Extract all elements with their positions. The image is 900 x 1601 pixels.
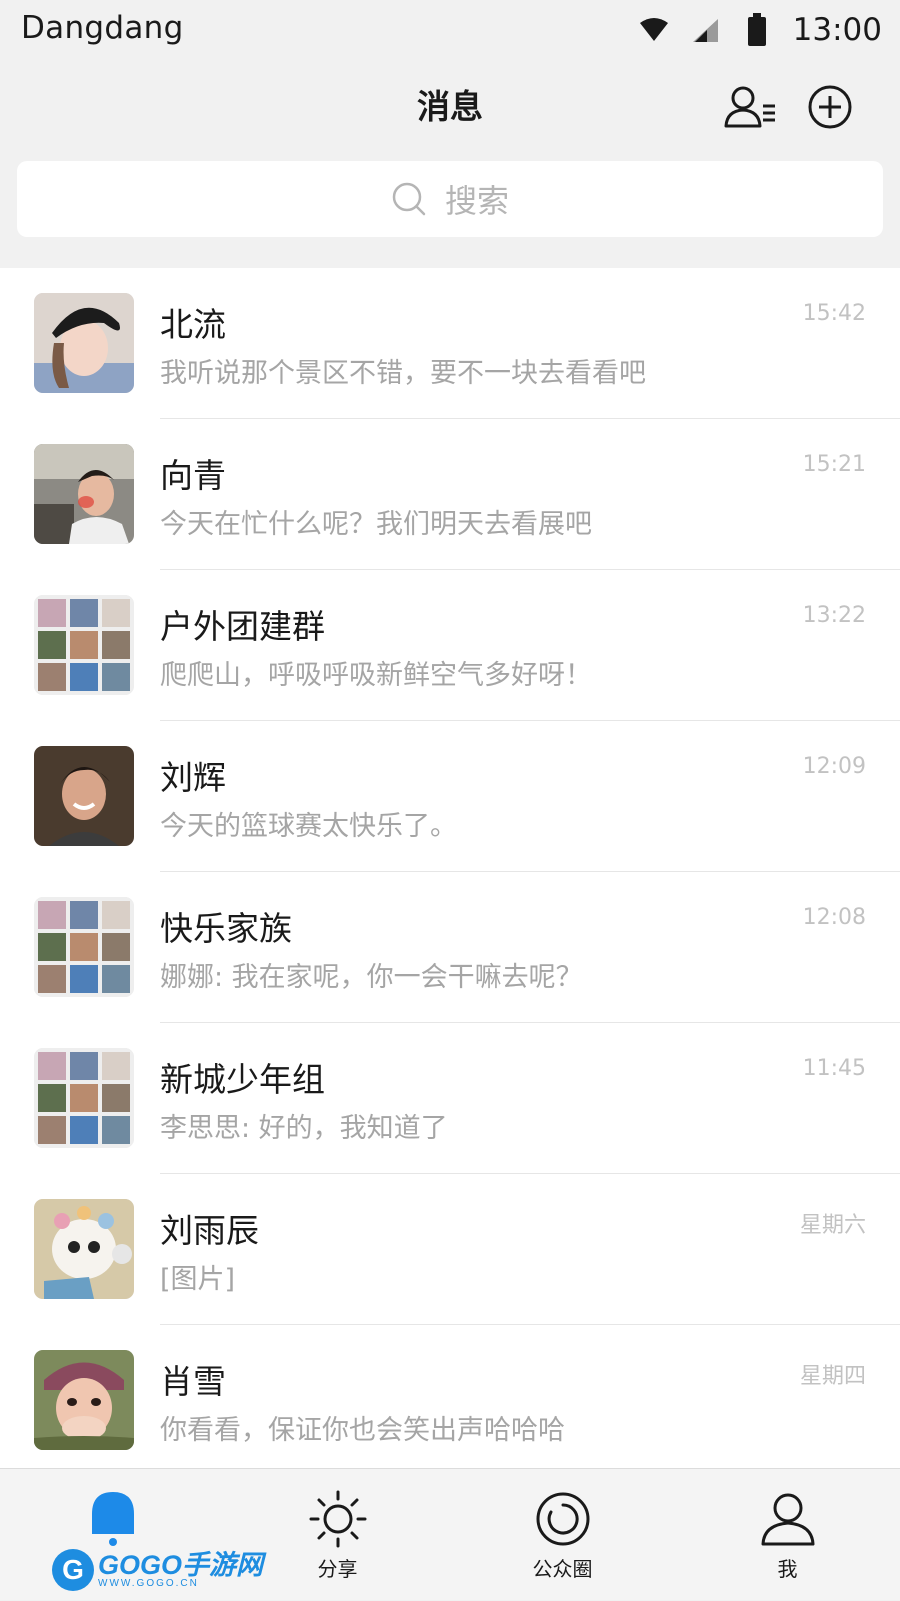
avatar-group-grid <box>34 897 134 997</box>
message-preview: 今天在忙什么呢？我们明天去看展吧 <box>160 509 592 540</box>
circle-ring-icon <box>533 1489 593 1549</box>
chat-bubble-icon <box>83 1489 143 1549</box>
message-time: 星期四 <box>799 1364 866 1389</box>
conversation-item[interactable]: 刘辉 今天的篮球赛太快乐了。 12:09 <box>0 721 900 872</box>
add-circle-icon <box>808 85 852 129</box>
contact-name: 北流 <box>160 305 226 344</box>
contact-name: 肖雪 <box>160 1362 226 1401</box>
tab-me[interactable]: 我 <box>675 1469 900 1601</box>
search-icon <box>392 182 426 216</box>
search-input[interactable]: 搜索 <box>17 161 883 237</box>
sun-icon <box>308 1489 368 1549</box>
avatar-photo-woman-hat <box>34 1350 134 1450</box>
battery-icon <box>737 10 777 50</box>
search-placeholder: 搜索 <box>444 182 509 220</box>
message-time: 11:45 <box>802 1056 866 1081</box>
tab-label: 我 <box>777 1557 798 1581</box>
conversation-item[interactable]: 向青 今天在忙什么呢？我们明天去看展吧 15:21 <box>0 419 900 570</box>
carrier-name: Dangdang <box>21 10 184 46</box>
conversation-item[interactable]: 北流 我听说那个景区不错，要不一块去看看吧 15:42 <box>0 268 900 419</box>
conversation-item[interactable]: 肖雪 你看看，保证你也会笑出声哈哈哈 星期四 <box>0 1325 900 1476</box>
watermark-url: WWW.GOGO.CN <box>98 1577 199 1589</box>
search-area: 搜索 <box>0 150 900 268</box>
message-preview: 你看看，保证你也会笑出声哈哈哈 <box>160 1415 565 1446</box>
avatar-group-grid <box>34 1048 134 1148</box>
message-time: 15:42 <box>802 301 866 326</box>
message-time: 13:22 <box>802 603 866 628</box>
contact-name: 户外团建群 <box>160 607 325 646</box>
watermark-text: GOGO手游网 <box>98 1549 264 1580</box>
status-icons: 13:00 <box>635 8 882 52</box>
message-time: 12:09 <box>802 754 866 779</box>
conversation-item[interactable]: 刘雨辰 [图片] 星期六 <box>0 1174 900 1325</box>
add-button[interactable] <box>803 80 857 134</box>
message-preview: 爬爬山，呼吸呼吸新鲜空气多好呀！ <box>160 660 592 691</box>
person-icon <box>758 1489 818 1549</box>
message-preview: [图片] <box>160 1264 236 1295</box>
wifi-icon <box>635 10 673 50</box>
avatar-group-grid <box>34 595 134 695</box>
message-time: 15:21 <box>802 452 866 477</box>
tab-label: 分享 <box>317 1557 358 1581</box>
avatar-photo-man-car <box>34 444 134 544</box>
tab-label: 公众圈 <box>532 1557 593 1581</box>
contacts-button[interactable] <box>723 80 777 134</box>
avatar-plush-toy <box>34 1199 134 1299</box>
conversation-item[interactable]: 户外团建群 爬爬山，呼吸呼吸新鲜空气多好呀！ 13:22 <box>0 570 900 721</box>
conversation-list: 北流 我听说那个景区不错，要不一块去看看吧 15:42 向青 今天在忙什么呢？我… <box>0 268 900 1468</box>
watermark-logo-mark: G <box>52 1549 94 1591</box>
tab-public-circle[interactable]: 公众圈 <box>450 1469 675 1601</box>
status-bar: Dangdang 13:00 <box>0 0 900 60</box>
contact-name: 刘辉 <box>160 758 226 797</box>
contacts-icon <box>724 86 775 128</box>
conversation-item[interactable]: 快乐家族 娜娜: 我在家呢，你一会干嘛去呢？ 12:08 <box>0 872 900 1023</box>
signal-icon <box>683 10 727 50</box>
message-preview: 我听说那个景区不错，要不一块去看看吧 <box>160 358 646 389</box>
status-time: 13:00 <box>792 12 882 48</box>
avatar-photo-woman-beret <box>34 293 134 393</box>
message-preview: 娜娜: 我在家呢，你一会干嘛去呢？ <box>160 962 583 993</box>
contact-name: 新城少年组 <box>160 1060 325 1099</box>
message-time: 星期六 <box>799 1213 866 1238</box>
contact-name: 刘雨辰 <box>160 1211 259 1250</box>
top-nav-bar: 消息 <box>0 60 900 150</box>
message-preview: 李思思: 好的，我知道了 <box>160 1113 448 1144</box>
avatar-photo-man-smiling <box>34 746 134 846</box>
message-preview: 今天的篮球赛太快乐了。 <box>160 811 457 842</box>
message-time: 12:08 <box>802 905 866 930</box>
watermark-logo: G GOGO手游网 WWW.GOGO.CN <box>52 1548 263 1592</box>
contact-name: 向青 <box>160 456 226 495</box>
contact-name: 快乐家族 <box>160 909 292 948</box>
conversation-item[interactable]: 新城少年组 李思思: 好的，我知道了 11:45 <box>0 1023 900 1174</box>
